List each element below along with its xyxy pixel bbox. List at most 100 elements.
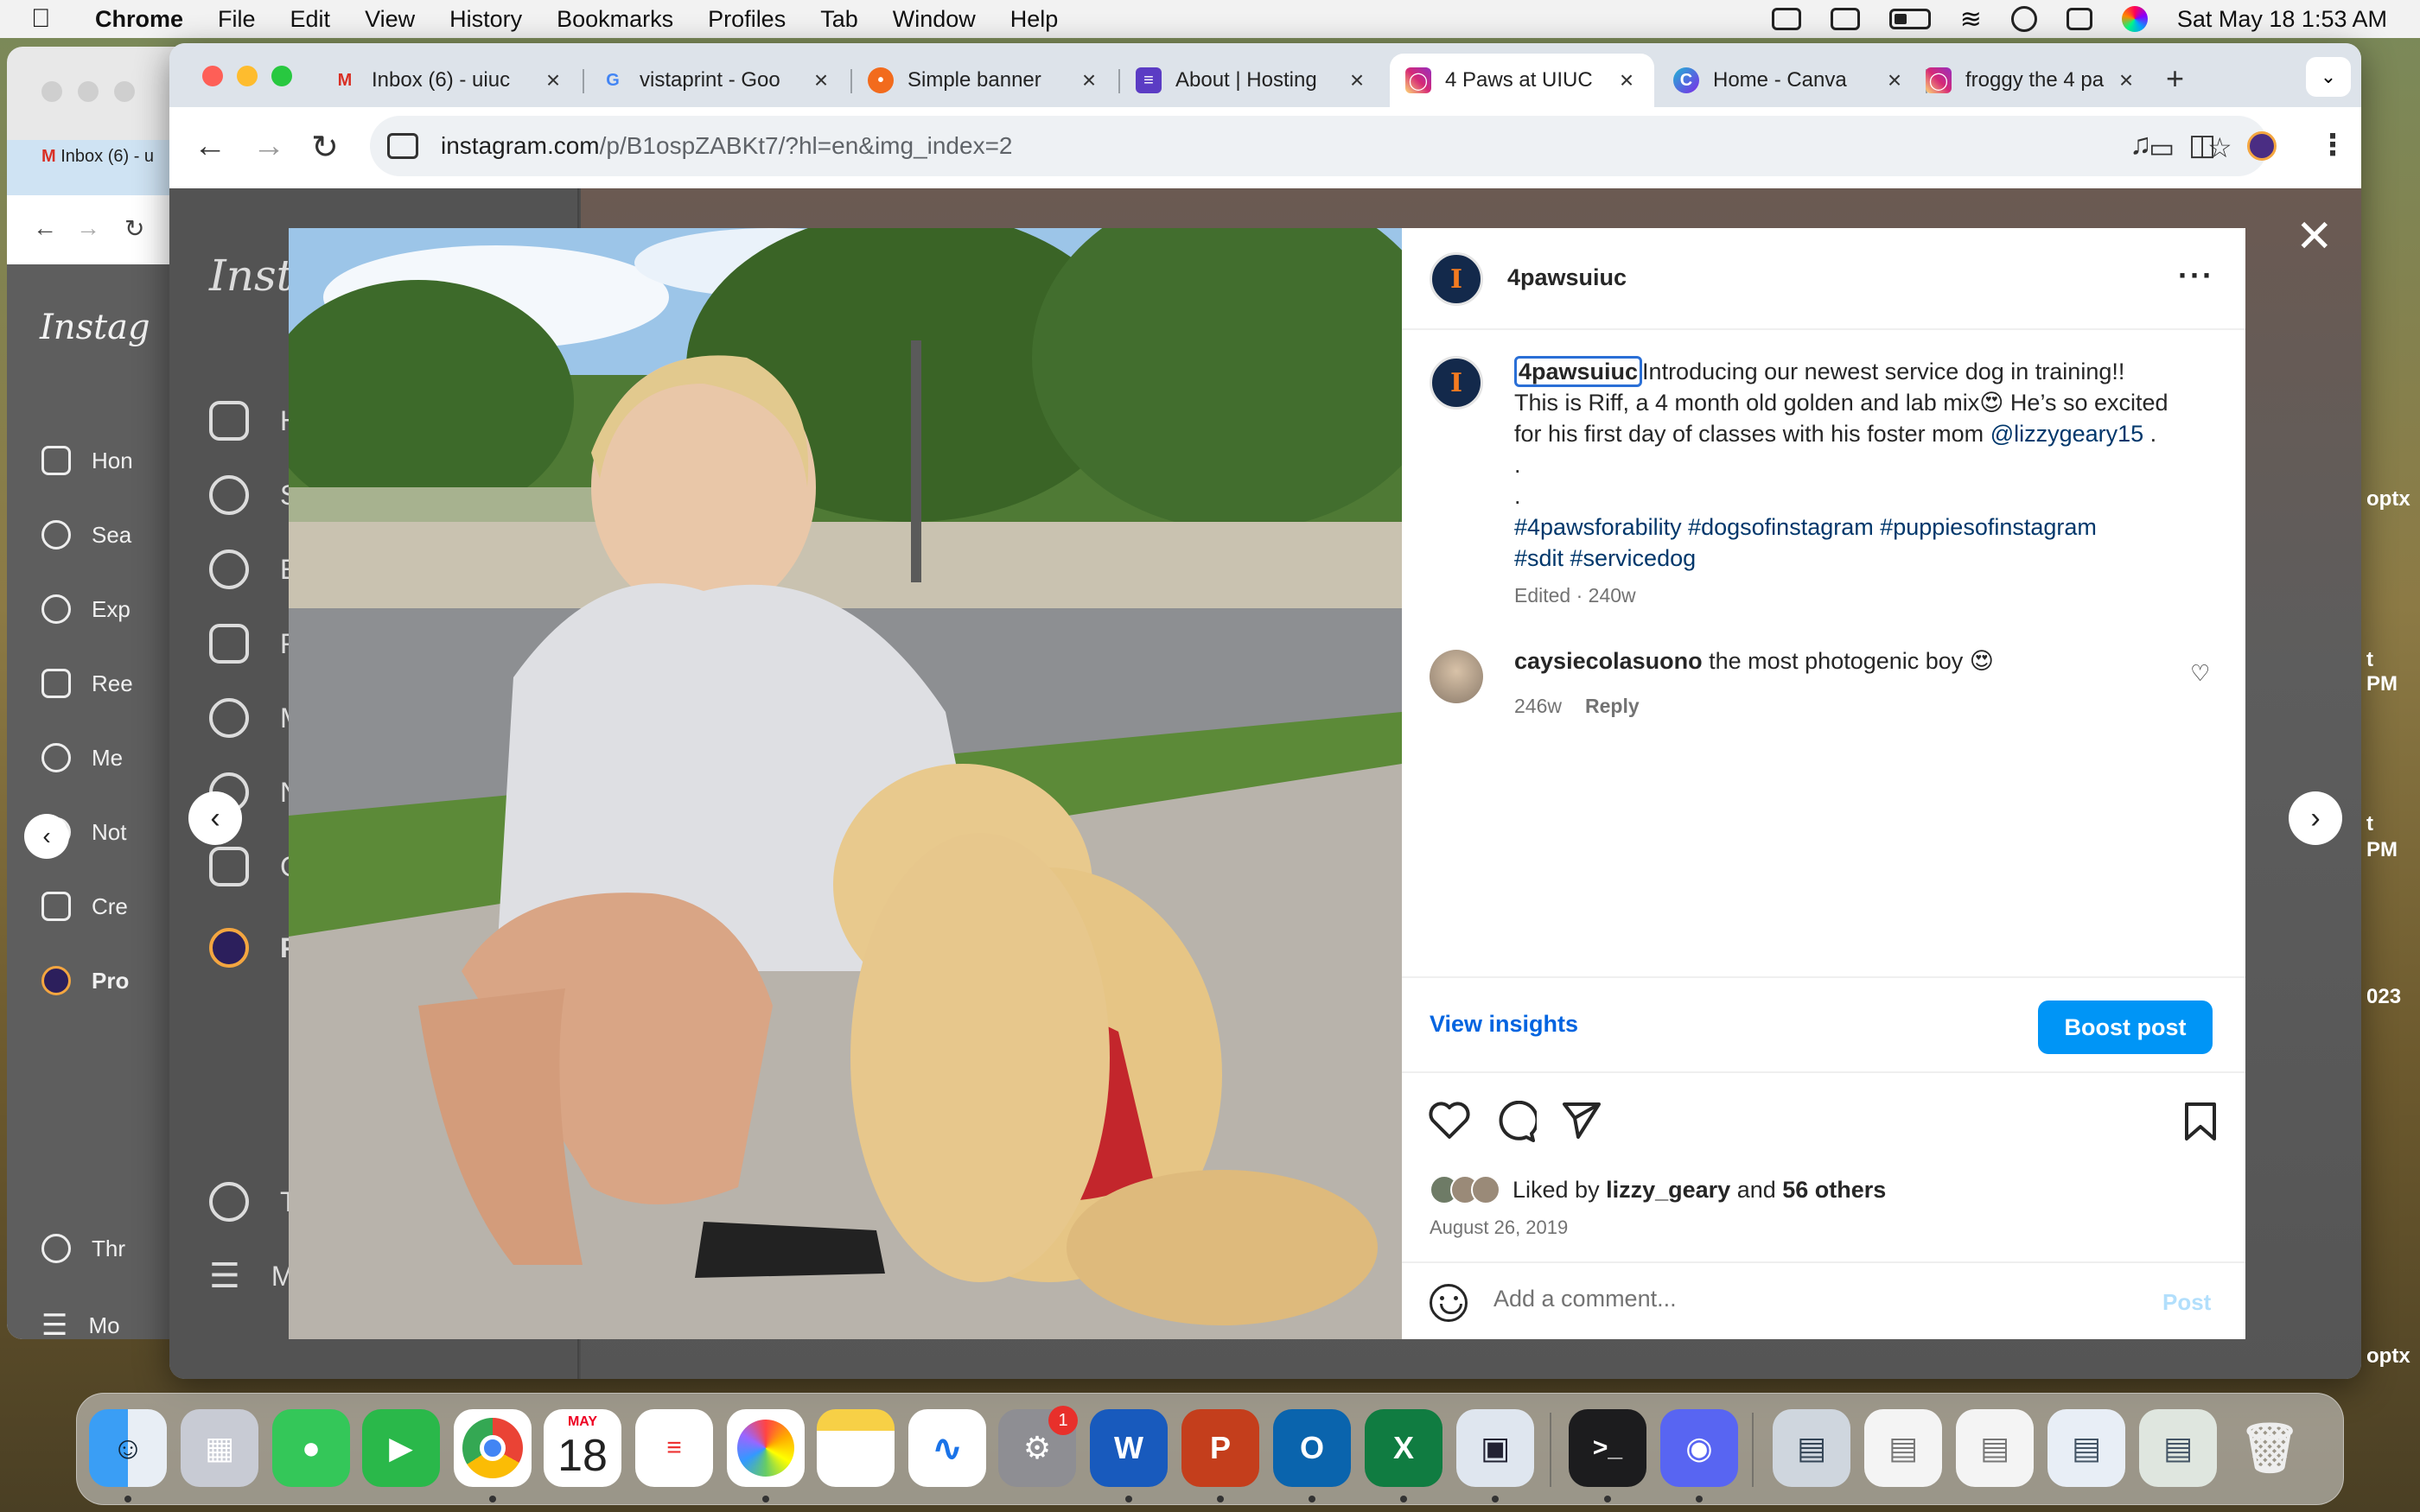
messages-icon[interactable]: ● [272,1409,350,1487]
terminal-icon[interactable]: >_ [1569,1409,1646,1487]
forward-arrow-icon[interactable]: → [76,214,100,242]
menu-history[interactable]: History [449,6,522,33]
excel-icon[interactable]: X [1365,1409,1442,1487]
view-insights-link[interactable]: View insights [1430,1011,1578,1038]
ig-nav-search[interactable]: S [209,475,298,515]
ig-nav-threads[interactable]: T [209,1182,297,1222]
launchpad-icon[interactable]: ▦ [181,1409,258,1487]
close-tab-icon[interactable]: × [1345,67,1369,94]
bg-nav-search[interactable]: Sea [41,520,131,550]
zoom-window-button[interactable] [271,66,292,86]
word-icon[interactable]: W [1090,1409,1168,1487]
menu-window[interactable]: Window [893,6,976,33]
next-post-arrow-button[interactable]: › [2289,791,2342,845]
reload-icon[interactable]: ↻ [311,128,339,167]
menu-view[interactable]: View [365,6,415,33]
account-avatar[interactable]: I [1430,252,1483,306]
menu-edit[interactable]: Edit [290,6,331,33]
tab-4-paws-active[interactable]: ◯ 4 Paws at UIUC × [1390,54,1654,107]
notes-icon[interactable] [817,1409,895,1487]
tab-about-hosting[interactable]: ≡ About | Hosting × [1120,54,1385,107]
ig-nav-explore[interactable]: E [209,550,298,589]
chrome-menu-icon[interactable]: ⋮ [2318,128,2347,162]
url-text[interactable]: instagram.com/p/B1ospZABKt7/?hl=en&img_i… [441,132,1013,160]
caption-hashtags[interactable]: #4pawsforability #dogsofinstagram #puppi… [1514,514,2097,540]
photos-icon[interactable] [727,1409,805,1487]
reminders-icon[interactable]: ≡ [635,1409,713,1487]
reload-icon[interactable]: ↻ [124,214,144,243]
bg-nav-messages[interactable]: Me [41,743,123,772]
image-preview-icon[interactable]: ▤ [2139,1409,2217,1487]
close-tab-icon[interactable]: × [1882,67,1907,94]
bg-prev-arrow-button[interactable]: ‹ [24,814,69,859]
emoji-smiley-icon[interactable] [1430,1284,1468,1322]
keyboard-icon[interactable] [1830,8,1860,30]
control-center-icon[interactable] [2066,8,2092,30]
ig-nav-profile[interactable]: P [209,928,298,968]
post-comment-button[interactable]: Post [2162,1289,2211,1316]
address-bar[interactable]: instagram.com/p/B1ospZABKt7/?hl=en&img_i… [370,116,2268,176]
tab-simple-banner[interactable]: • Simple banner × [852,54,1117,107]
powerpoint-icon[interactable]: P [1181,1409,1259,1487]
media-controls-icon[interactable]: ♫ [2130,128,2152,162]
minimize-window-button[interactable] [237,66,258,86]
liked-by-username[interactable]: lizzy_geary [1606,1177,1730,1204]
document-preview-icon[interactable]: ▤ [1956,1409,2034,1487]
like-comment-heart-icon[interactable]: ♡ [2190,660,2210,687]
outlook-icon[interactable]: O [1273,1409,1351,1487]
profile-icon[interactable] [2247,131,2277,161]
bg-nav-home[interactable]: Hon [41,446,133,475]
battery-icon[interactable] [1888,9,1931,29]
spotlight-icon[interactable] [2010,6,2037,32]
document-stack-icon[interactable]: ▤ [1864,1409,1942,1487]
back-arrow-icon[interactable]: ← [33,214,57,242]
caption-hashtags[interactable]: #sdit #servicedog [1514,545,1696,571]
facetime-icon[interactable]: ▶ [362,1409,440,1487]
bg-nav-reels[interactable]: Ree [41,669,133,698]
reply-link[interactable]: Reply [1585,695,1640,718]
screenshot-preview-icon[interactable]: ▤ [2047,1409,2125,1487]
share-send-icon[interactable] [1561,1101,1602,1140]
preview-icon[interactable]: ▣ [1456,1409,1534,1487]
trash-icon[interactable]: 🗑 [2231,1409,2309,1487]
siri-icon[interactable] [2121,6,2148,32]
close-tab-icon[interactable]: × [2114,67,2138,94]
bg-tab-inbox[interactable]: M Inbox (6) - u [41,147,154,167]
install-app-icon[interactable]: ▭ [2149,131,2175,164]
apple-icon[interactable]:  [31,4,69,34]
caption-username[interactable]: 4pawsuiuc [1514,356,1643,387]
prev-post-arrow-button[interactable]: ‹ [188,791,242,845]
close-tab-icon[interactable]: × [541,67,565,94]
back-arrow-icon[interactable]: ← [194,128,226,165]
menu-tab[interactable]: Tab [820,6,858,33]
wifi-icon[interactable]: ≋ [1960,4,1982,35]
menu-bookmarks[interactable]: Bookmarks [557,6,673,33]
menu-profiles[interactable]: Profiles [708,6,786,33]
more-options-icon[interactable]: ··· [2178,257,2214,294]
close-window-button[interactable] [202,66,223,86]
boost-post-button[interactable]: Boost post [2038,1001,2213,1054]
tab-inbox[interactable]: M Inbox (6) - uiuc × [316,54,581,107]
forward-arrow-icon[interactable]: → [252,128,285,165]
chrome-icon[interactable] [454,1409,532,1487]
save-bookmark-icon[interactable] [2183,1101,2218,1142]
comment-icon[interactable] [1493,1101,1537,1142]
menu-help[interactable]: Help [1010,6,1059,33]
ig-nav-more[interactable]: ☰ M [209,1256,295,1296]
like-heart-icon[interactable] [1428,1101,1471,1140]
finder-icon[interactable]: ☺ [89,1409,167,1487]
close-tab-icon[interactable]: × [1614,67,1639,94]
freeform-icon[interactable]: ∿ [908,1409,986,1487]
bg-nav-threads[interactable]: Thr [41,1234,125,1263]
bg-nav-profile[interactable]: Pro [41,966,129,995]
screenshot-icon[interactable] [1771,8,1801,30]
tab-vistaprint[interactable]: G vistaprint - Goo × [584,54,849,107]
downloads-stack-icon[interactable]: ▤ [1773,1409,1850,1487]
menu-file[interactable]: File [218,6,256,33]
site-settings-icon[interactable] [387,133,418,159]
post-date[interactable]: August 26, 2019 [1430,1217,1568,1239]
close-tab-icon[interactable]: × [1077,67,1101,94]
tab-search-chevron-icon[interactable]: ⌄ [2306,57,2351,97]
discord-icon[interactable]: ◉ [1660,1409,1738,1487]
ig-nav-home[interactable]: H [209,401,300,441]
